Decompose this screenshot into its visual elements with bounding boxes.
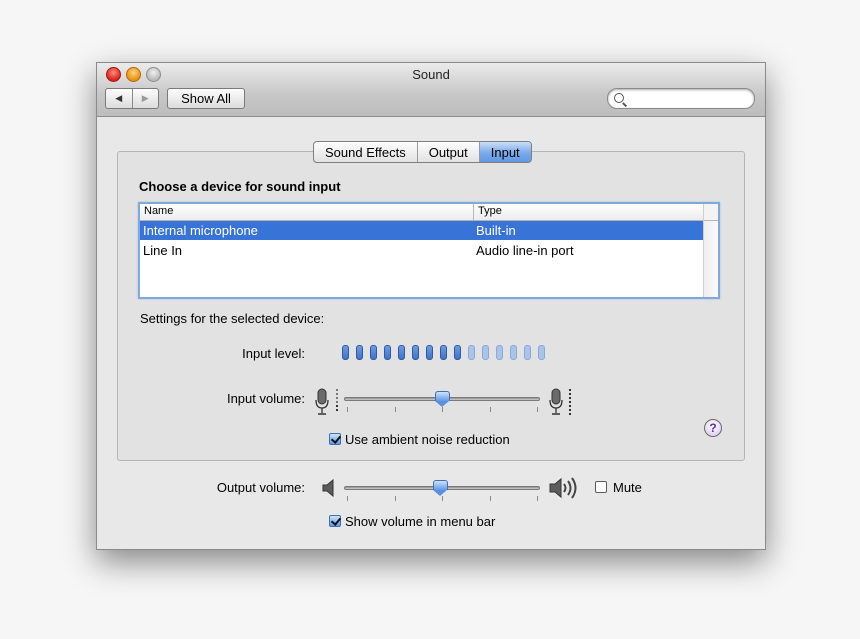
low-level-dots: [336, 389, 338, 413]
back-forward-control: ◀ ▶: [105, 88, 159, 109]
search-input[interactable]: [628, 91, 750, 107]
table-row[interactable]: Internal microphone Built-in: [140, 221, 706, 240]
show-volume-menu-bar-checkbox[interactable]: [329, 515, 341, 527]
input-volume-knob[interactable]: [435, 391, 450, 407]
ambient-noise-label[interactable]: Use ambient noise reduction: [345, 432, 510, 447]
input-level-bar: [426, 345, 433, 360]
table-header-corner: [704, 204, 718, 221]
input-volume-tick: [394, 407, 396, 412]
input-level-bar: [440, 345, 447, 360]
input-device-table[interactable]: Name Type Internal microphone Built-in L…: [138, 202, 720, 299]
table-header: Name Type: [140, 204, 706, 221]
mute-label[interactable]: Mute: [613, 480, 642, 495]
output-volume-tick: [489, 496, 491, 501]
forward-button[interactable]: ▶: [131, 89, 159, 108]
input-level-bar: [370, 345, 377, 360]
show-all-button[interactable]: Show All: [167, 88, 245, 109]
tab-bar: Sound Effects Output Input: [313, 141, 532, 163]
microphone-high-icon: [549, 388, 563, 415]
search-icon: [614, 93, 624, 103]
tab-input[interactable]: Input: [478, 142, 531, 162]
output-volume-label: Output volume:: [216, 480, 305, 495]
output-volume-tick: [394, 496, 396, 501]
back-button[interactable]: ◀: [106, 89, 132, 108]
input-level-bar: [398, 345, 405, 360]
help-button[interactable]: ?: [704, 419, 722, 437]
input-level-bar: [538, 345, 545, 360]
input-level-bar: [384, 345, 391, 360]
input-tab-panel: [117, 151, 745, 461]
input-level-label: Input level:: [242, 346, 305, 361]
input-level-bar: [454, 345, 461, 360]
device-type: Audio line-in port: [476, 243, 574, 258]
tab-output[interactable]: Output: [416, 142, 479, 162]
sound-preferences-window: Sound ◀ ▶ Show All Sound Effects Output …: [96, 62, 766, 550]
speaker-high-icon: [549, 477, 577, 499]
tab-sound-effects[interactable]: Sound Effects: [314, 142, 417, 162]
window-title: Sound: [412, 67, 450, 82]
device-list-heading: Choose a device for sound input: [139, 179, 341, 194]
table-row[interactable]: Line In Audio line-in port: [140, 241, 706, 260]
show-volume-menu-bar-label[interactable]: Show volume in menu bar: [345, 514, 495, 529]
output-volume-tick: [537, 496, 538, 501]
input-level-bar: [412, 345, 419, 360]
microphone-low-icon: [315, 388, 329, 415]
output-volume-tick: [442, 496, 443, 501]
device-type: Built-in: [476, 223, 516, 238]
device-name: Internal microphone: [143, 223, 258, 238]
output-volume-knob[interactable]: [433, 480, 449, 496]
input-level-bar: [524, 345, 531, 360]
speaker-low-icon: [322, 479, 334, 497]
column-header-name[interactable]: Name: [144, 205, 173, 217]
input-level-bar: [342, 345, 349, 360]
input-level-bar: [496, 345, 503, 360]
input-level-bar: [468, 345, 475, 360]
input-volume-tick: [442, 407, 443, 412]
input-level-bar: [482, 345, 489, 360]
input-volume-tick: [489, 407, 491, 412]
input-level-bar: [510, 345, 517, 360]
high-level-dots: [569, 389, 571, 417]
settings-label: Settings for the selected device:: [140, 311, 325, 326]
input-volume-label: Input volume:: [226, 391, 305, 406]
title-bar: Sound ◀ ▶ Show All: [97, 63, 765, 117]
ambient-noise-checkbox[interactable]: [329, 433, 341, 445]
input-volume-tick: [347, 407, 348, 412]
column-divider: [473, 204, 474, 220]
mute-checkbox[interactable]: [595, 481, 607, 493]
device-name: Line In: [143, 243, 183, 258]
search-field[interactable]: [607, 88, 755, 109]
input-volume-tick: [537, 407, 538, 412]
output-volume-tick: [347, 496, 348, 501]
column-header-type[interactable]: Type: [478, 205, 502, 217]
input-level-bar: [356, 345, 363, 360]
